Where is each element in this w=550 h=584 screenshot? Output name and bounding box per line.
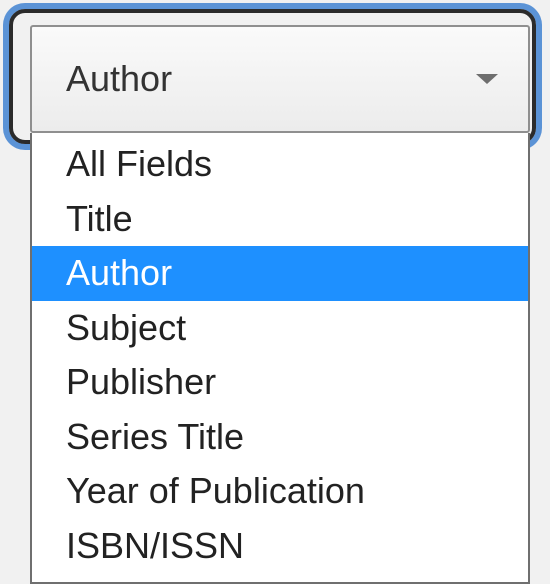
option-year-of-publication[interactable]: Year of Publication [32, 464, 528, 519]
option-title[interactable]: Title [32, 192, 528, 247]
search-field-dropdown: Author All Fields Title Author Subject P… [0, 0, 550, 584]
option-all-fields[interactable]: All Fields [32, 137, 528, 192]
option-author[interactable]: Author [32, 246, 528, 301]
chevron-down-icon[interactable] [476, 74, 498, 84]
select-current-value: Author [66, 58, 173, 99]
option-isbn-issn[interactable]: ISBN/ISSN [32, 519, 528, 574]
option-subject[interactable]: Subject [32, 301, 528, 356]
option-series-title[interactable]: Series Title [32, 410, 528, 465]
option-publisher[interactable]: Publisher [32, 355, 528, 410]
dropdown-listbox: All Fields Title Author Subject Publishe… [30, 133, 530, 584]
search-field-select[interactable]: Author [30, 25, 530, 133]
